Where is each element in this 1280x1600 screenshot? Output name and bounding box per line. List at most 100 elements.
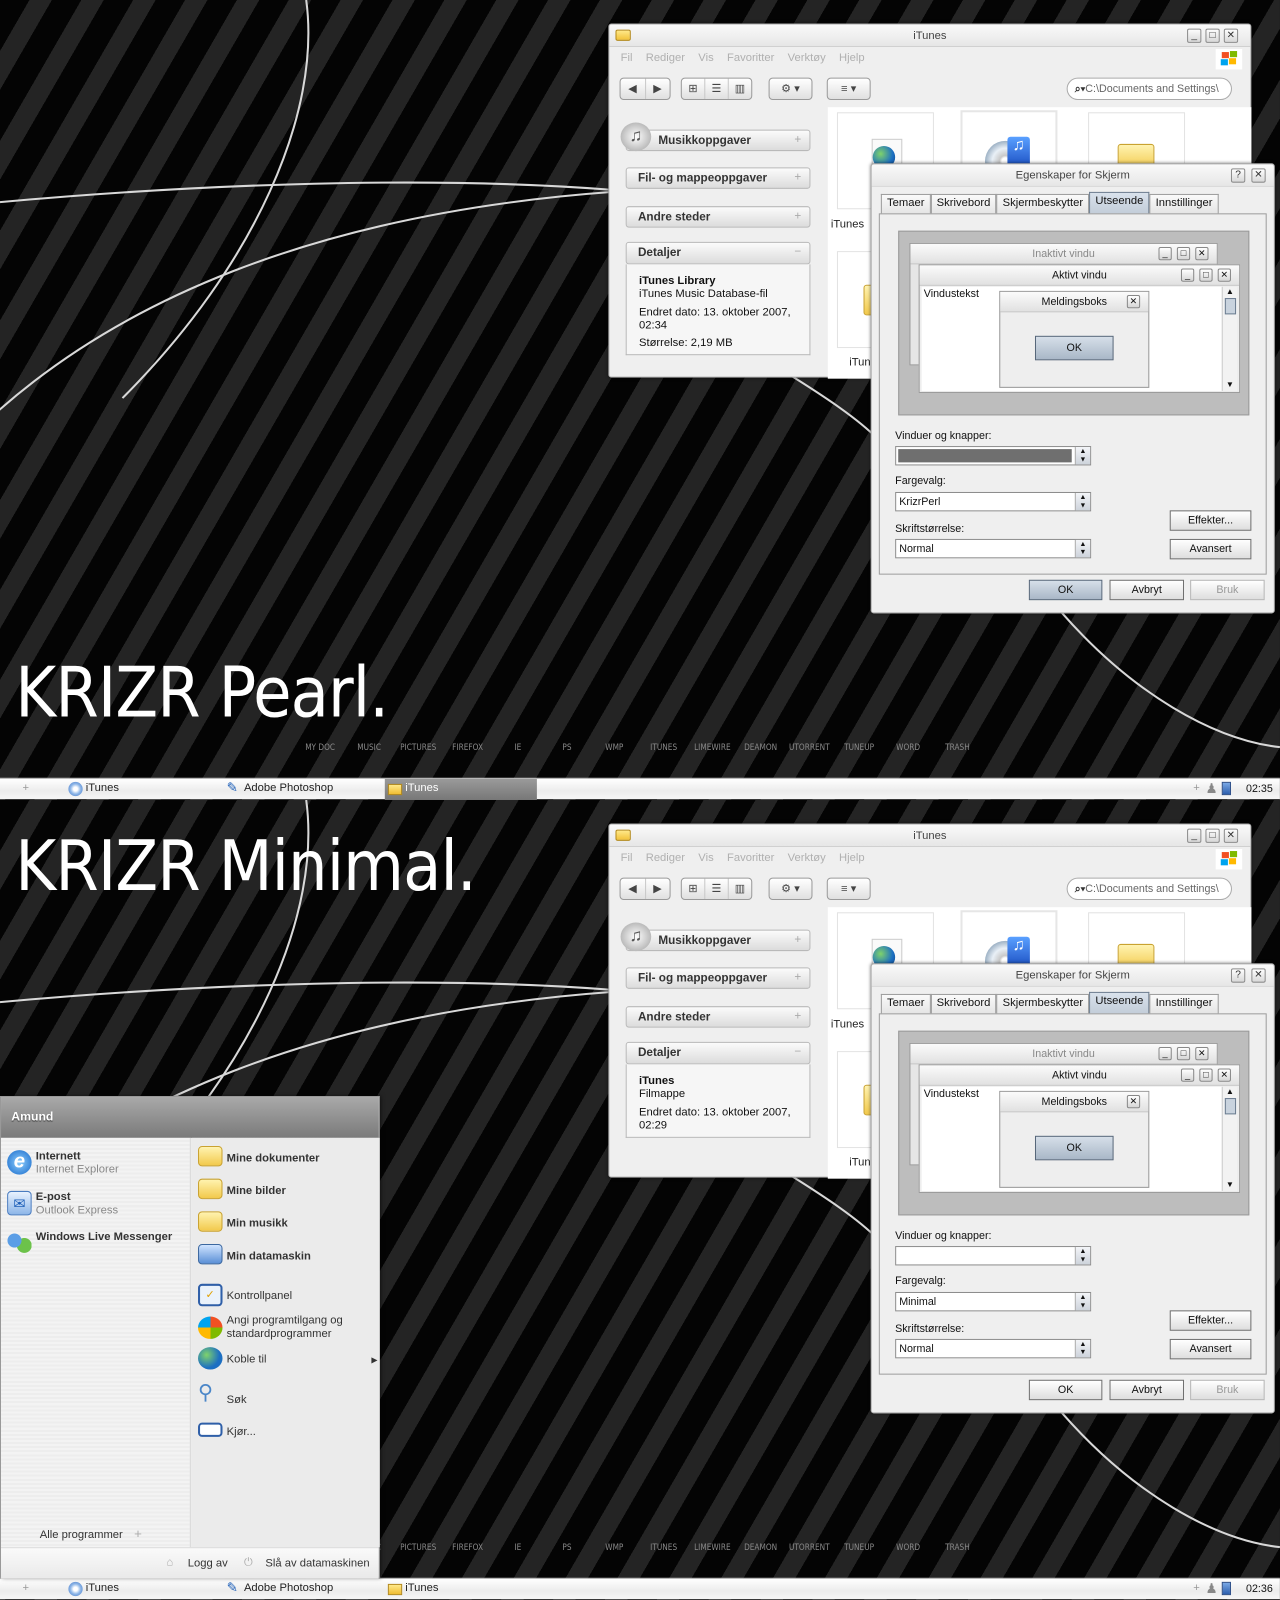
- expand-icon[interactable]: +: [794, 1010, 801, 1022]
- close-button[interactable]: ✕: [1223, 28, 1239, 43]
- menu-favorites[interactable]: Favoritter: [727, 52, 774, 70]
- control-panel[interactable]: ✓ Kontrollpanel: [198, 1283, 292, 1307]
- taskbar-item[interactable]: ✎ Adobe Photoshop: [224, 779, 379, 800]
- collapse-icon[interactable]: −: [794, 1046, 801, 1058]
- effects-button[interactable]: Effekter...: [1169, 510, 1252, 531]
- place-my-music[interactable]: Min musikk: [198, 1211, 288, 1232]
- pinned-messenger[interactable]: Windows Live Messenger: [7, 1230, 181, 1256]
- tab-settings[interactable]: Innstillinger: [1149, 993, 1219, 1015]
- user-icon[interactable]: ♟: [1205, 781, 1217, 797]
- help-button[interactable]: ?: [1230, 168, 1246, 183]
- dock-item[interactable]: PICTURES: [400, 1543, 436, 1553]
- run[interactable]: Kjør...: [198, 1422, 256, 1439]
- dock-item[interactable]: MY DOC: [305, 743, 335, 753]
- explorer-titlebar[interactable]: iTunes _ □ ✕: [609, 24, 1251, 47]
- task-section-details[interactable]: Detaljer −: [625, 241, 811, 265]
- effects-button[interactable]: Effekter...: [1169, 1310, 1252, 1331]
- dock-item[interactable]: FIREFOX: [452, 1543, 483, 1553]
- task-section-other-places[interactable]: Andre steder +: [625, 206, 811, 228]
- tab-appearance[interactable]: Utseende: [1089, 991, 1150, 1015]
- column-view-icon[interactable]: ▥: [729, 879, 751, 899]
- dock-item[interactable]: WORD: [896, 743, 920, 753]
- tab-screensaver[interactable]: Skjermbeskytter: [996, 993, 1090, 1015]
- color-scheme-select[interactable]: Minimal ▲ ▼: [895, 1291, 1092, 1312]
- help-button[interactable]: ?: [1230, 968, 1246, 983]
- taskbar-item[interactable]: iTunes: [65, 1579, 218, 1600]
- minimize-button[interactable]: _: [1187, 828, 1202, 843]
- dock-item[interactable]: IE: [514, 743, 521, 753]
- taskbar-item[interactable]: iTunes: [65, 779, 218, 800]
- expand-icon[interactable]: +: [794, 971, 801, 983]
- tray-expand-icon[interactable]: +: [1193, 1582, 1200, 1594]
- close-button[interactable]: ✕: [1251, 168, 1266, 183]
- dock-item[interactable]: LIMEWIRE: [694, 743, 731, 753]
- clock[interactable]: 02:35: [1246, 783, 1273, 795]
- connect-to[interactable]: Koble til ▶: [198, 1347, 378, 1370]
- dock-item[interactable]: IE: [514, 1543, 521, 1553]
- dock-item[interactable]: TRASH: [945, 1543, 970, 1553]
- menu-file[interactable]: Fil: [621, 52, 633, 70]
- menu-favorites[interactable]: Favoritter: [727, 852, 774, 870]
- ok-button[interactable]: OK: [1028, 579, 1103, 601]
- close-button[interactable]: ✕: [1223, 828, 1239, 843]
- font-size-select[interactable]: Normal ▲ ▼: [895, 1338, 1092, 1359]
- task-section-file-folder[interactable]: Fil- og mappeoppgaver +: [625, 167, 811, 189]
- task-section-music[interactable]: ♫ Musikkoppgaver +: [620, 122, 811, 152]
- ok-button[interactable]: OK: [1028, 1379, 1103, 1401]
- menu-view[interactable]: Vis: [698, 52, 713, 70]
- advanced-button[interactable]: Avansert: [1169, 1338, 1252, 1360]
- close-button[interactable]: ✕: [1251, 968, 1266, 983]
- menu-tools[interactable]: Verktøy: [788, 52, 826, 70]
- arrange-menu-button[interactable]: ≡ ▾: [826, 77, 871, 101]
- apply-button[interactable]: Bruk: [1190, 579, 1265, 601]
- advanced-button[interactable]: Avansert: [1169, 538, 1252, 560]
- place-my-computer[interactable]: Min datamaskin: [198, 1244, 311, 1265]
- set-program-access[interactable]: Angi programtilgang og standardprogramme…: [198, 1314, 372, 1341]
- quick-launch-expand-icon[interactable]: +: [22, 782, 29, 794]
- font-size-select[interactable]: Normal ▲ ▼: [895, 538, 1092, 559]
- taskbar-item[interactable]: iTunes: [385, 1579, 537, 1600]
- minimize-button[interactable]: _: [1187, 28, 1202, 43]
- quick-launch-expand-icon[interactable]: +: [22, 1582, 29, 1594]
- taskbar-item[interactable]: iTunes: [384, 778, 537, 801]
- dock-item[interactable]: PICTURES: [400, 743, 436, 753]
- tab-screensaver[interactable]: Skjermbeskytter: [996, 193, 1090, 215]
- task-section-music[interactable]: ♫ Musikkoppgaver +: [620, 922, 811, 952]
- menu-help[interactable]: Hjelp: [839, 52, 865, 70]
- tab-themes[interactable]: Temaer: [880, 993, 931, 1015]
- menu-edit[interactable]: Rediger: [646, 852, 685, 870]
- menu-file[interactable]: Fil: [621, 852, 633, 870]
- pinned-email[interactable]: ✉ E-post Outlook Express: [7, 1190, 118, 1218]
- dock-item[interactable]: TRASH: [945, 743, 970, 753]
- task-section-other-places[interactable]: Andre steder +: [625, 1006, 811, 1028]
- shut-down-button[interactable]: Slå av datamaskinen: [265, 1557, 369, 1569]
- back-button[interactable]: ◀: [621, 878, 646, 900]
- list-view-icon[interactable]: ☰: [705, 78, 729, 100]
- list-view-icon[interactable]: ☰: [705, 878, 729, 900]
- dock-item[interactable]: PS: [562, 743, 571, 753]
- place-my-pictures[interactable]: Mine bilder: [198, 1178, 286, 1200]
- forward-button[interactable]: ▶: [646, 879, 670, 899]
- pinned-internet[interactable]: e Internett Internet Explorer: [7, 1150, 119, 1177]
- expand-icon[interactable]: +: [794, 210, 801, 222]
- windows-buttons-select[interactable]: ▲ ▼: [895, 446, 1092, 466]
- dock-item[interactable]: WMP: [605, 743, 623, 753]
- tab-desktop[interactable]: Skrivebord: [930, 993, 997, 1015]
- arrange-menu-button[interactable]: ≡ ▾: [826, 877, 871, 901]
- file-caption[interactable]: iTunes: [831, 1018, 864, 1030]
- dock-item[interactable]: ITUNES: [650, 743, 677, 753]
- cancel-button[interactable]: Avbryt: [1109, 1379, 1185, 1401]
- forward-button[interactable]: ▶: [646, 79, 670, 99]
- place-my-documents[interactable]: Mine dokumenter: [198, 1146, 320, 1167]
- dock-item[interactable]: TUNEUP: [844, 1543, 874, 1553]
- task-section-details[interactable]: Detaljer −: [625, 1041, 811, 1065]
- dock-item[interactable]: UTORRENT: [789, 743, 830, 753]
- taskbar-item[interactable]: ✎ Adobe Photoshop: [224, 1579, 379, 1600]
- collapse-icon[interactable]: −: [794, 246, 801, 258]
- log-off-button[interactable]: Logg av: [188, 1557, 228, 1569]
- dock-item[interactable]: DEAMON: [744, 1543, 777, 1553]
- column-view-icon[interactable]: ▥: [729, 79, 751, 99]
- expand-icon[interactable]: +: [794, 171, 801, 183]
- cancel-button[interactable]: Avbryt: [1109, 579, 1185, 601]
- dock-item[interactable]: MUSIC: [357, 743, 381, 753]
